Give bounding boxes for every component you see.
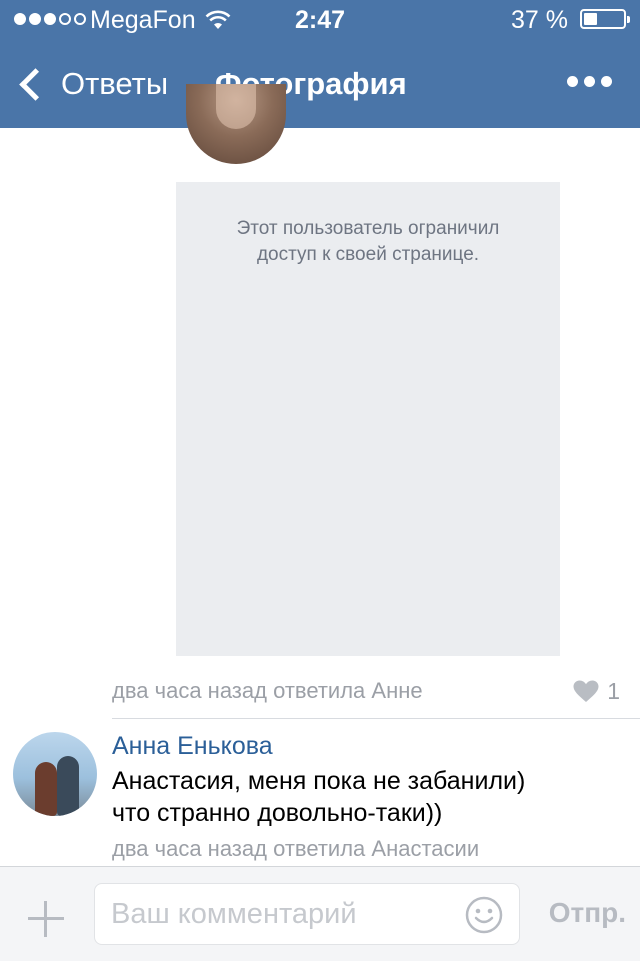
comment-field[interactable] bbox=[94, 883, 520, 945]
comment-timestamp: два часа назад ответила Анастасии bbox=[112, 836, 480, 861]
like-button[interactable]: 1 bbox=[573, 676, 620, 706]
smiley-icon[interactable] bbox=[465, 896, 503, 934]
post-timestamp: два часа назад ответила Анне bbox=[112, 678, 423, 703]
navigation-bar: Ответы Фотография bbox=[0, 40, 640, 128]
restricted-message: Этот пользователь ограничил доступ к сво… bbox=[236, 218, 500, 265]
post-meta-row: два часа назад ответила Анне 1 bbox=[112, 676, 640, 706]
comment-text: Анастасия, меня пока не забанили) что ст… bbox=[112, 767, 526, 827]
send-button[interactable]: Отпр. bbox=[549, 895, 626, 931]
battery-icon bbox=[580, 9, 630, 29]
restricted-photo-placeholder: Этот пользователь ограничил доступ к сво… bbox=[176, 182, 560, 656]
battery-percentage: 37 % bbox=[511, 6, 568, 34]
comment-input[interactable] bbox=[111, 894, 451, 934]
avatar[interactable] bbox=[13, 732, 97, 816]
chevron-left-icon bbox=[19, 67, 52, 101]
comment-meta-row: два часа назад ответила Анастасии bbox=[112, 834, 640, 864]
back-label: Ответы bbox=[61, 66, 169, 101]
more-dots-icon[interactable] bbox=[567, 76, 612, 87]
plus-icon[interactable] bbox=[26, 899, 66, 939]
divider bbox=[112, 718, 640, 719]
owner-avatar[interactable] bbox=[186, 84, 286, 164]
comment-input-bar: Отпр. bbox=[0, 866, 640, 961]
header: MegaFon 2:47 37 % Ответы Фотография bbox=[0, 0, 640, 128]
comment-author-name[interactable]: Анна Енькова bbox=[112, 730, 273, 762]
back-button[interactable]: Ответы bbox=[14, 62, 168, 106]
status-bar: MegaFon 2:47 37 % bbox=[0, 0, 640, 40]
like-count: 1 bbox=[607, 677, 620, 704]
heart-icon bbox=[573, 680, 599, 702]
